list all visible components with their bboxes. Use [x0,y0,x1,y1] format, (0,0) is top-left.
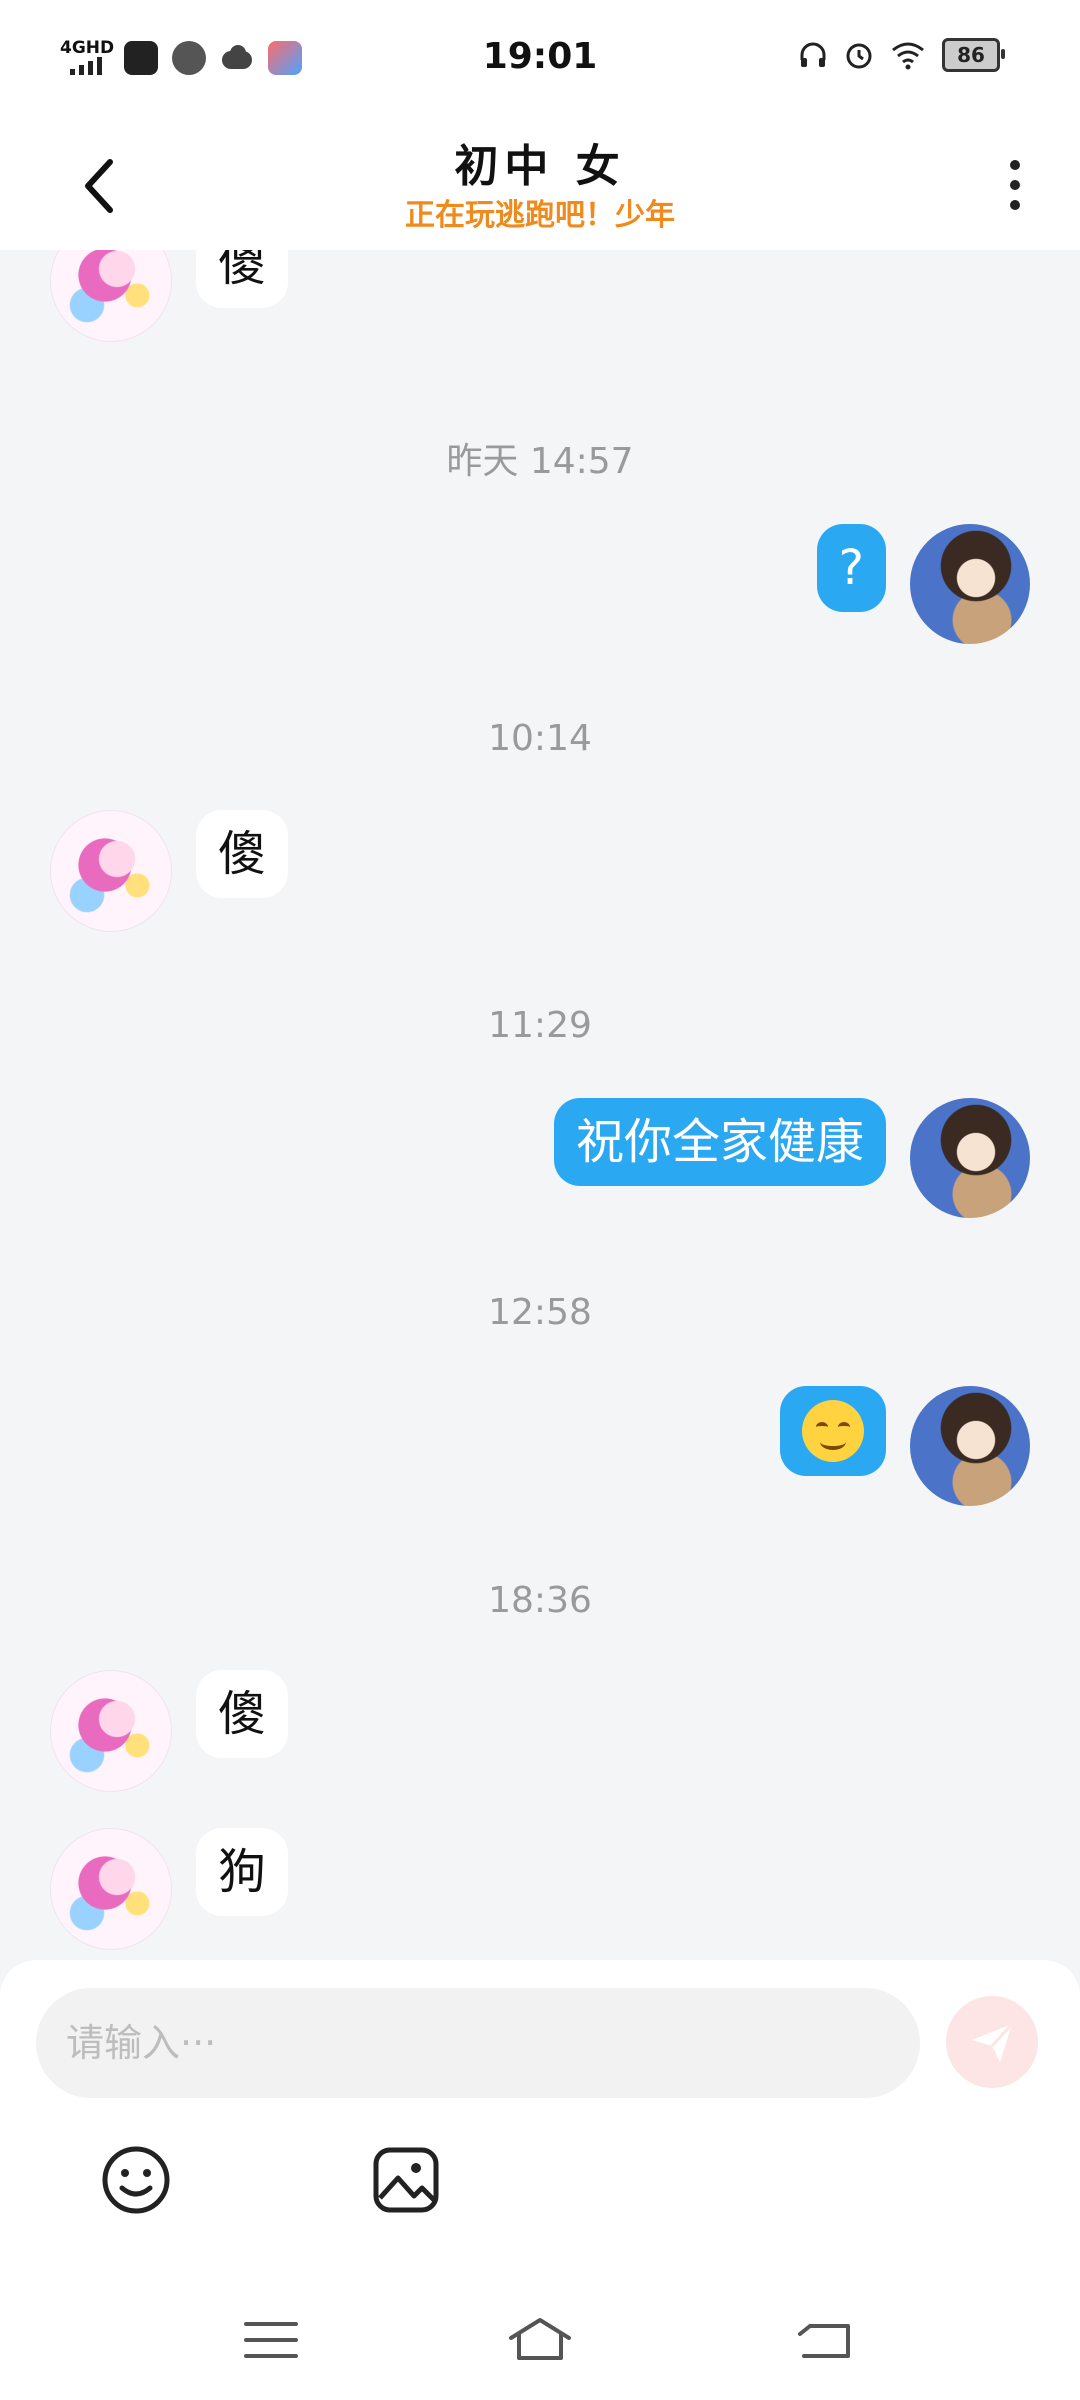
contact-avatar[interactable] [50,250,172,342]
message-received: 傻 [50,810,289,932]
send-icon [972,2022,1014,2062]
timestamp: 12:58 [488,1292,592,1333]
my-avatar[interactable] [910,1098,1030,1218]
status-right: 86 [798,38,1005,72]
message-bubble[interactable]: 傻 [196,250,289,308]
chat-header: 初中 女 正在玩逃跑吧！少年 [0,120,1080,250]
timestamp: 昨天 14:57 [446,441,634,482]
timestamp: 18:36 [488,1580,592,1621]
contact-avatar[interactable] [50,1828,172,1950]
send-button[interactable] [946,1996,1038,2088]
message-received: 傻 [50,1670,289,1792]
emoji-icon [102,2146,170,2214]
message-bubble[interactable] [780,1386,886,1476]
wifi-icon [892,42,924,70]
timestamp: 10:14 [488,718,592,759]
contact-name: 初中 女 [454,141,626,192]
back-nav-button[interactable] [790,2310,860,2370]
message-input[interactable] [36,1988,920,2098]
contact-avatar[interactable] [50,1670,172,1792]
message-list[interactable]: 傻 昨天 14:57 ? 10:14 傻 11:29 祝你全家健康 12:58 … [0,250,1080,1960]
image-button[interactable] [366,2140,446,2220]
menu-button[interactable] [236,2310,306,2370]
message-bubble[interactable]: ? [816,524,886,612]
message-sent [780,1386,1030,1506]
contact-avatar[interactable] [50,810,172,932]
message-bubble[interactable]: 狗 [196,1828,289,1916]
timestamp: 11:29 [488,1005,592,1046]
emoji-button[interactable] [96,2140,176,2220]
message-sent: 祝你全家健康 [553,1098,1030,1218]
contact-status: 正在玩逃跑吧！少年 [405,198,675,233]
battery-level: 86 [957,43,985,67]
home-button[interactable] [505,2310,575,2370]
message-received: 傻 [50,250,289,342]
battery-icon: 86 [942,38,1005,72]
menu-icon [244,2322,298,2358]
message-received: 狗 [50,1828,289,1950]
home-icon [509,2318,571,2360]
more-vertical-icon [1010,160,1020,210]
status-bar: 4GHD 19:01 86 [0,0,1080,120]
message-bubble[interactable]: 傻 [196,810,289,898]
more-options-button[interactable] [990,150,1040,220]
back-icon [798,2324,850,2358]
image-icon [373,2147,439,2213]
alarm-icon [846,43,872,69]
system-nav-bar [0,2290,1080,2400]
message-sent: ? [816,524,1030,644]
my-avatar[interactable] [910,1386,1030,1506]
message-bubble[interactable]: 祝你全家健康 [553,1098,886,1186]
message-bubble[interactable]: 傻 [196,1670,289,1758]
headphones-icon [800,42,826,67]
my-avatar[interactable] [910,524,1030,644]
smiling-face-emoji [802,1400,864,1462]
